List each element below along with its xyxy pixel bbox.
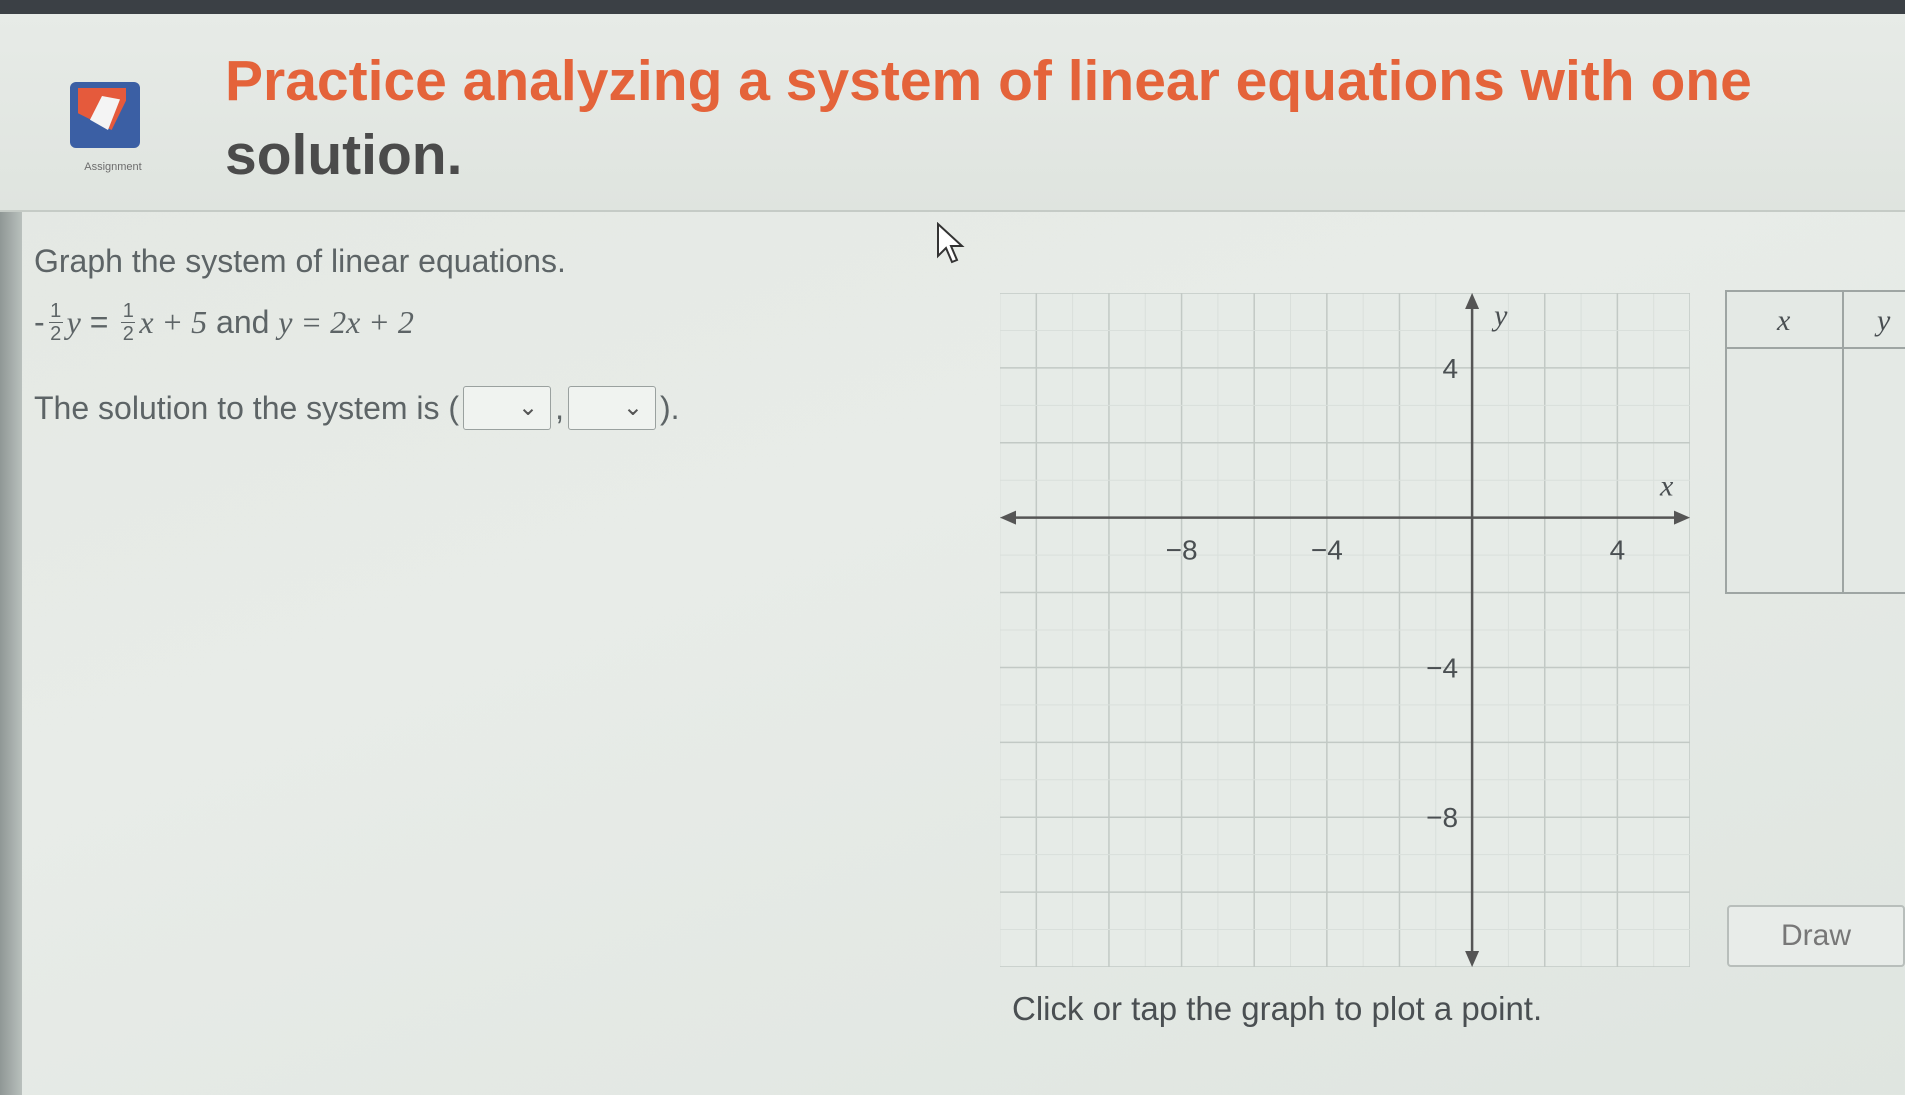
top-bar (0, 0, 1905, 14)
solution-x-dropdown[interactable]: ⌄ (463, 386, 552, 430)
solution-suffix: ). (659, 389, 680, 426)
logo-label: Assignment (84, 161, 142, 173)
solution-prefix: The solution to the system is ( (34, 389, 460, 426)
solution-y-dropdown[interactable]: ⌄ (567, 386, 656, 430)
left-edge (0, 200, 22, 1095)
eq1-y: y (66, 304, 81, 340)
equation-line: - 12 y = 12 x + 5 and y = 2x + 2 (34, 300, 414, 345)
fraction-half-1: 12 (48, 300, 63, 345)
eq1-equals: = (80, 304, 118, 340)
mouse-cursor-icon (937, 222, 965, 264)
draw-button[interactable]: Draw (1727, 905, 1905, 967)
xy-table: x y (1725, 290, 1905, 594)
y-tick-label: −4 (1426, 652, 1458, 683)
y-tick-label: 4 (1443, 353, 1459, 384)
y-tick-label: −8 (1426, 802, 1458, 833)
table-col-x: x (1777, 304, 1791, 337)
x-axis-label: x (1659, 470, 1674, 503)
table-col-y: y (1877, 304, 1891, 337)
eq1-neg: - (34, 304, 45, 340)
solution-line: The solution to the system is ( ⌄ , ⌄ ). (34, 386, 680, 430)
coordinate-graph[interactable]: x y −8 −4 4 4 −4 −8 (1000, 293, 1690, 967)
eq2: y = 2x + 2 (278, 304, 414, 340)
fraction-half-2: 12 (121, 300, 136, 345)
solution-comma: , (555, 389, 564, 426)
eq1-rest: x + 5 (139, 304, 208, 340)
x-tick-label: −4 (1311, 535, 1343, 566)
question-instruction: Graph the system of linear equations. (34, 243, 566, 279)
x-tick-label: −8 (1166, 535, 1198, 566)
chevron-down-icon: ⌄ (517, 394, 539, 421)
y-axis-label: y (1491, 299, 1508, 332)
eq-connector: and (207, 304, 279, 340)
chevron-down-icon: ⌄ (622, 394, 643, 421)
title-line-2: solution. (225, 123, 463, 187)
x-tick-label: 4 (1610, 535, 1626, 566)
page-title: Practice analyzing a system of linear eq… (225, 44, 1905, 192)
header: Assignment Practice analyzing a system o… (0, 14, 1905, 212)
assignment-logo-icon (70, 82, 140, 148)
title-line-1: Practice analyzing a system of linear eq… (225, 49, 1752, 113)
graph-hint: Click or tap the graph to plot a point. (1012, 990, 1543, 1027)
